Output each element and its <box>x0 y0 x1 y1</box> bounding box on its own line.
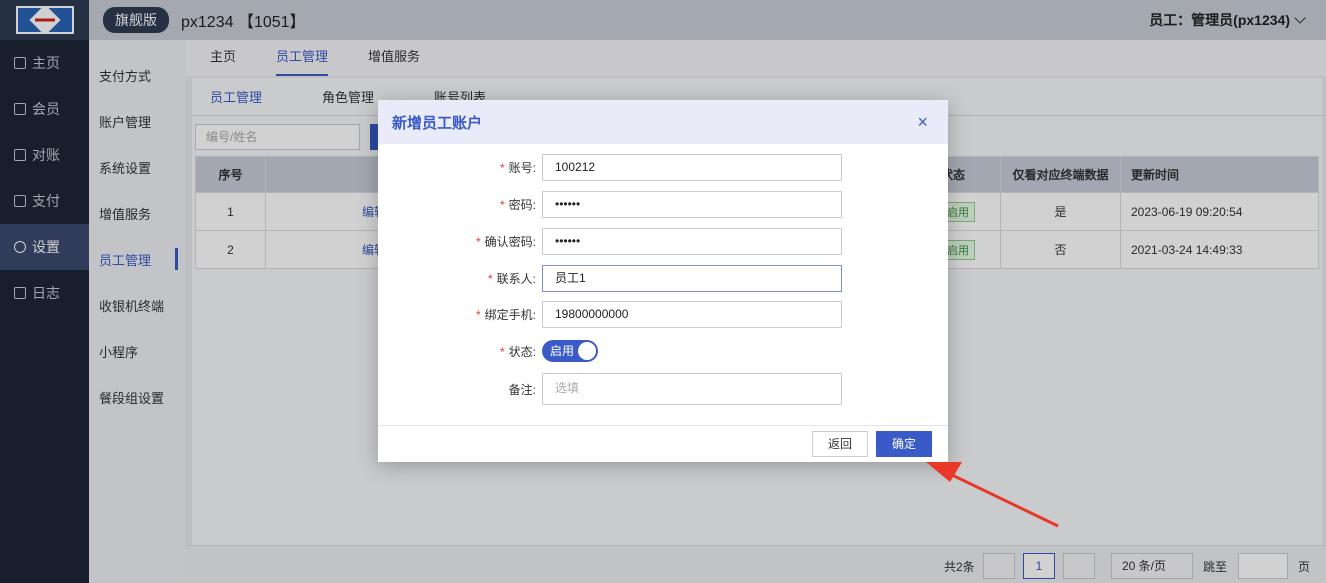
remark-textarea[interactable]: 选填 <box>542 373 842 405</box>
form-row-remark: 备注: 选填 <box>378 372 948 406</box>
account-label: * 账号: <box>499 160 536 175</box>
password-input[interactable]: •••••• <box>542 190 842 218</box>
form-row-status: * 状态: 启用 <box>378 337 948 365</box>
form-row-phone: * 绑定手机: 19800000000 <box>378 300 948 328</box>
toggle-knob <box>578 342 596 360</box>
confirm-button[interactable]: 确定 <box>876 431 932 457</box>
modal-title: 新增员工账户 <box>392 114 483 132</box>
form-row-contact: * 联系人: 员工1 <box>378 264 948 292</box>
form-row-password: * 密码: •••••• <box>378 190 948 218</box>
toggle-label: 启用 <box>550 344 575 358</box>
contact-input[interactable]: 员工1 <box>542 264 842 292</box>
account-input[interactable]: 100212 <box>542 153 842 181</box>
back-button[interactable]: 返回 <box>812 431 868 457</box>
password-label: * 密码: <box>499 197 536 212</box>
modal-header: 新增员工账户 × <box>378 100 948 144</box>
phone-input[interactable]: 19800000000 <box>542 300 842 328</box>
confirm-password-input[interactable]: •••••• <box>542 227 842 255</box>
phone-label: * 绑定手机: <box>475 307 536 322</box>
form-row-confirm-password: * 确认密码: •••••• <box>378 227 948 255</box>
status-label: * 状态: <box>499 344 536 359</box>
status-toggle[interactable]: 启用 <box>542 340 598 362</box>
confirm-password-label: * 确认密码: <box>475 234 536 249</box>
form-row-account: * 账号: 100212 <box>378 153 948 181</box>
remark-label: 备注: <box>508 382 536 397</box>
close-icon[interactable]: × <box>917 112 928 133</box>
add-staff-modal: 新增员工账户 × * 账号: 100212 * 密码: •••••• * 确认密码: … <box>378 100 948 462</box>
contact-label: * 联系人: <box>487 271 536 286</box>
modal-footer: 返回 确定 <box>378 425 948 462</box>
